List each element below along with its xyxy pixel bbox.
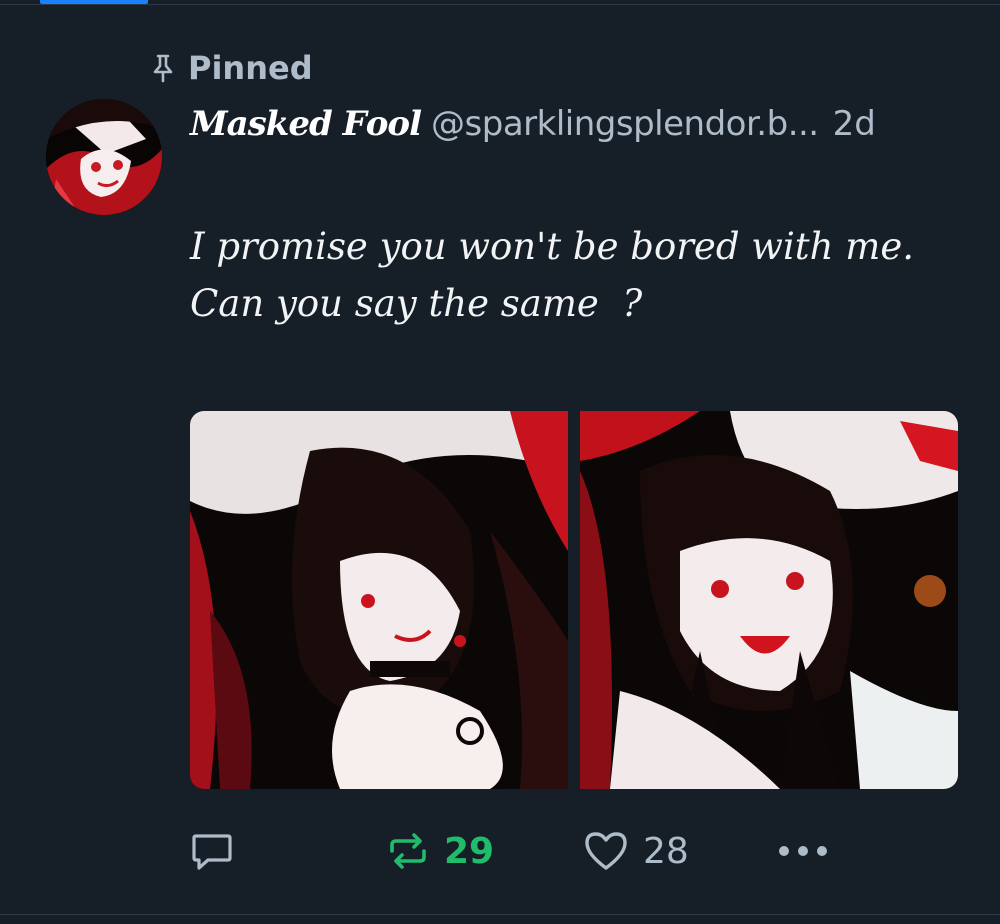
author-handle[interactable]: @sparklingsplendor.b... [431, 104, 819, 144]
top-divider [0, 4, 1000, 5]
post-actions: 29 28 [190, 826, 890, 876]
post-image-grid [190, 411, 958, 789]
post-image-2[interactable] [580, 411, 958, 789]
pin-icon [148, 52, 178, 84]
reply-button[interactable] [190, 826, 234, 876]
pinned-label: Pinned [188, 49, 313, 87]
more-options-button[interactable] [778, 826, 828, 876]
repost-button[interactable]: 29 [386, 826, 494, 876]
author-display-name[interactable]: 𝑴𝒂𝒔𝒌𝒆𝒅 𝑭𝒐𝒐𝒍 [190, 104, 422, 144]
reply-icon [190, 830, 234, 872]
heart-icon [583, 830, 629, 872]
post-text: I promise you won't be bored with me. Ca… [190, 218, 970, 332]
post-header: 𝑴𝒂𝒔𝒌𝒆𝒅 𝑭𝒐𝒐𝒍 @sparklingsplendor.b... 2d [190, 104, 876, 152]
post-timestamp[interactable]: 2d [833, 104, 876, 144]
repost-count: 29 [444, 830, 495, 872]
post-image-1[interactable] [190, 411, 568, 789]
pinned-indicator: Pinned [148, 48, 313, 88]
like-button[interactable]: 28 [583, 826, 689, 876]
post-text-line: Can you say the same ? [190, 282, 643, 325]
more-icon [778, 844, 828, 858]
post-text-line: I promise you won't be bored with me. [190, 225, 914, 268]
avatar[interactable] [46, 99, 162, 215]
repost-icon [386, 829, 430, 873]
bottom-divider [0, 914, 1000, 915]
like-count: 28 [643, 830, 689, 872]
